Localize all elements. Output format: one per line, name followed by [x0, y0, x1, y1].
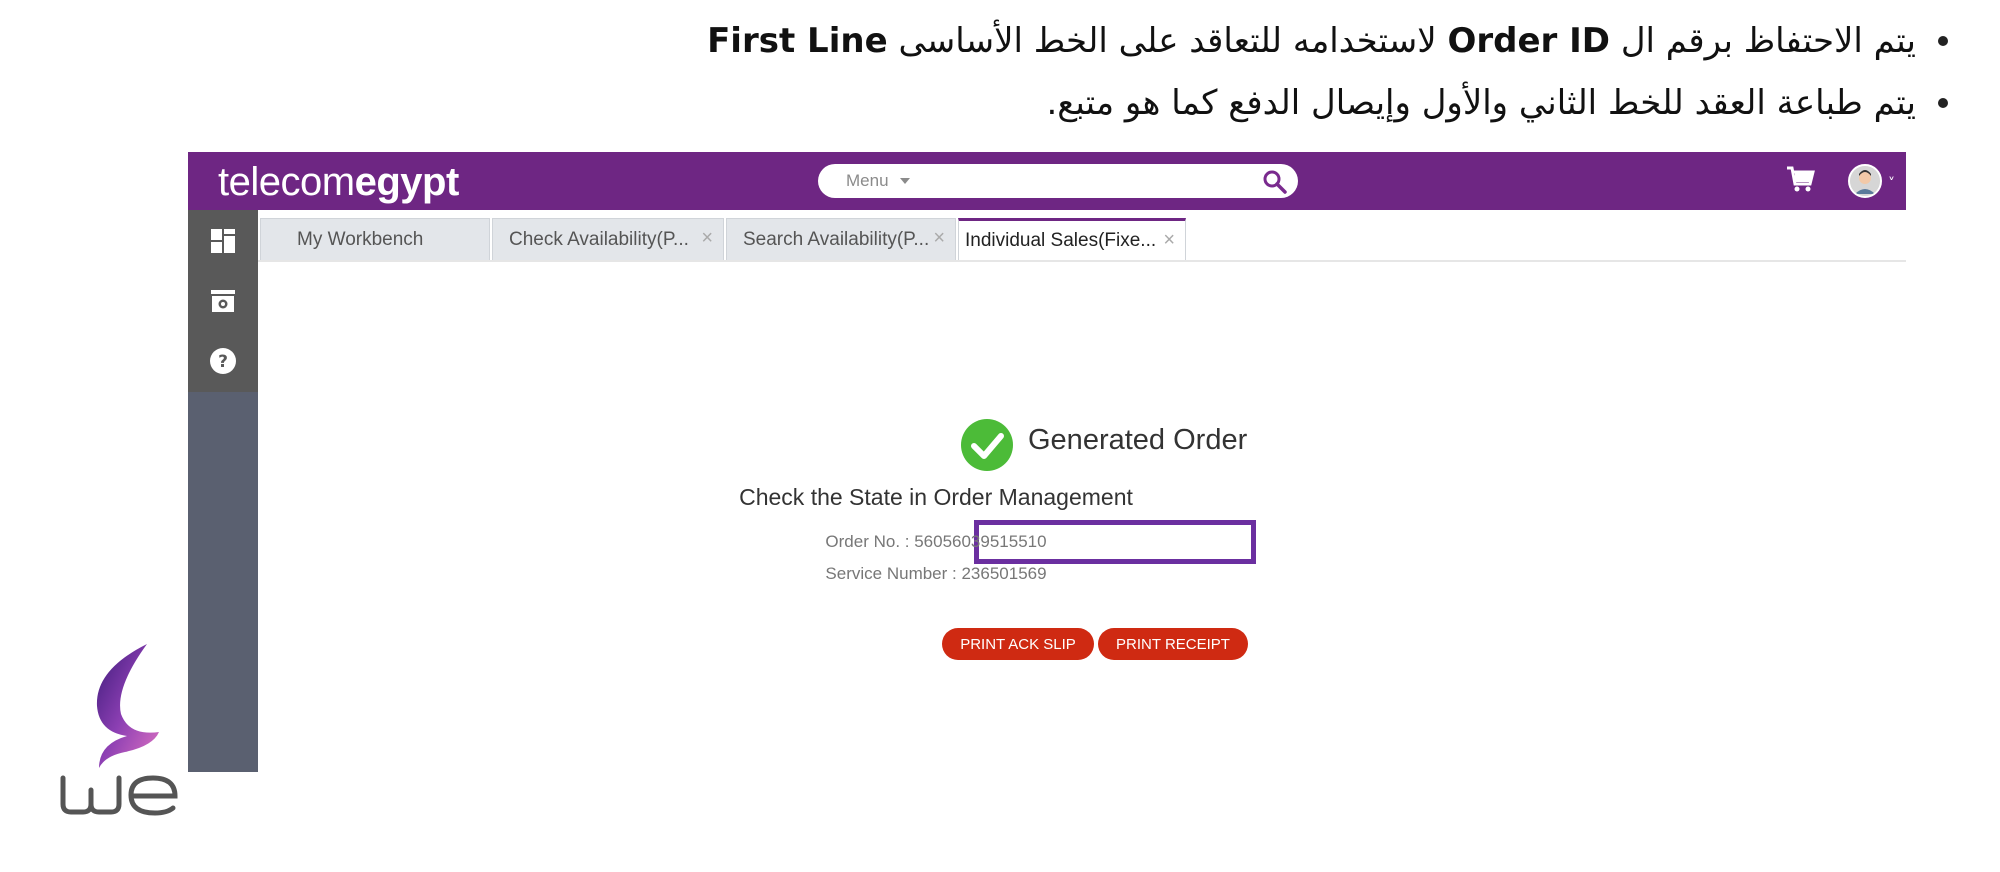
close-icon[interactable]: ×: [701, 227, 713, 250]
bullet-line-1: يتم الاحتفاظ برقم ال Order ID لاستخدامه …: [48, 10, 1948, 72]
tab-individual-sales[interactable]: Individual Sales(Fixe... ×: [958, 218, 1186, 260]
bullet-1-part-2: لاستخدامه للتعاقد على الخط الأساسى: [898, 21, 1437, 61]
view-icon[interactable]: [208, 286, 238, 316]
close-icon[interactable]: ×: [1163, 229, 1175, 252]
cart-icon[interactable]: [1783, 162, 1817, 196]
svg-text:?: ?: [218, 352, 228, 372]
logo-text-mid: com: [280, 160, 356, 204]
order-state-message: Check the State in Order Management: [739, 484, 1133, 510]
instruction-bullets: يتم الاحتفاظ برقم ال Order ID لاستخدامه …: [48, 10, 1948, 134]
tab-label: Individual Sales(Fixe...: [965, 229, 1157, 251]
bullet-1-first-line: First Line: [707, 21, 888, 61]
avatar[interactable]: [1848, 164, 1882, 198]
top-bar: telecomegypt Menu ˅: [188, 152, 1906, 210]
bullet-1-part-1: يتم الاحتفاظ برقم ال: [1620, 21, 1916, 61]
we-logo: [60, 644, 178, 816]
tab-check-availability[interactable]: Check Availability(P... ×: [492, 218, 724, 260]
tab-bar: My Workbench Check Availability(P... × S…: [258, 210, 1906, 262]
tab-label: Check Availability(P...: [509, 228, 689, 250]
service-number: Service Number : 236501569: [825, 564, 1047, 583]
bullet-dot: [1938, 98, 1948, 108]
logo-text-light: tele: [218, 160, 281, 204]
app-screenshot: telecomegypt Menu ˅ ? My Workbench Check…: [188, 152, 1906, 772]
bullet-line-2: يتم طباعة العقد للخط الثاني والأول وإيصا…: [48, 72, 1948, 134]
telecomegypt-logo[interactable]: telecomegypt: [218, 160, 459, 205]
logo-text-bold: egypt: [354, 160, 460, 204]
print-ack-slip-button[interactable]: PRINT ACK SLIP: [942, 628, 1094, 660]
sidebar: ?: [188, 210, 258, 772]
bullet-dot: [1938, 36, 1948, 46]
order-result-panel: Generated Order Check the State in Order…: [258, 262, 1906, 772]
tab-label: Search Availability(P...: [743, 228, 930, 250]
menu-label[interactable]: Menu: [846, 171, 889, 191]
bullet-text-1: يتم الاحتفاظ برقم ال Order ID لاستخدامه …: [707, 21, 1916, 61]
chevron-down-icon[interactable]: ˅: [1888, 176, 1895, 192]
tab-my-workbench[interactable]: My Workbench: [260, 218, 490, 260]
generated-order-title: Generated Order: [1028, 424, 1248, 456]
menu-search-bar[interactable]: Menu: [818, 164, 1298, 198]
close-icon[interactable]: ×: [933, 227, 945, 250]
tab-label: My Workbench: [297, 228, 424, 250]
tab-search-availability[interactable]: Search Availability(P... ×: [726, 218, 956, 260]
check-circle-icon: [961, 419, 1013, 471]
bullet-1-order-id: Order ID: [1447, 21, 1611, 61]
help-icon[interactable]: ?: [208, 346, 238, 376]
bullet-text-2: يتم طباعة العقد للخط الثاني والأول وإيصا…: [1046, 83, 1916, 123]
search-icon[interactable]: [1262, 169, 1288, 195]
order-number: Order No. : 56056039515510: [825, 532, 1047, 551]
chevron-down-icon[interactable]: [900, 178, 910, 184]
dashboard-icon[interactable]: [208, 226, 238, 256]
print-receipt-button[interactable]: PRINT RECEIPT: [1098, 628, 1248, 660]
